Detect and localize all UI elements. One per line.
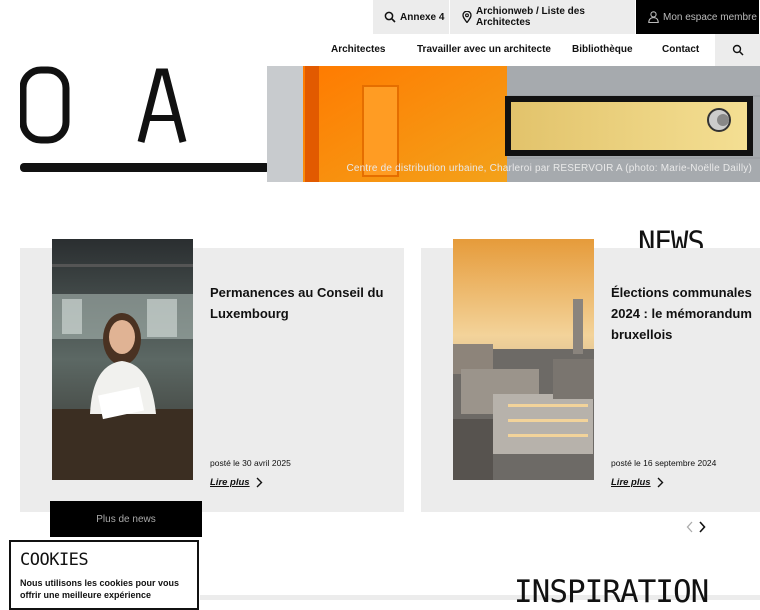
utility-bar: Annexe 4 Archionweb / Liste des Architec…: [373, 0, 760, 34]
news-card-title[interactable]: Permanences au Conseil du Luxembourg: [210, 282, 390, 324]
nav-item-contact[interactable]: Contact: [662, 34, 699, 66]
read-more-label: Lire plus: [210, 477, 250, 488]
nav-item-bibliotheque[interactable]: Bibliothèque: [572, 34, 633, 66]
carousel-arrows: [686, 521, 706, 533]
annexe-link[interactable]: Annexe 4: [373, 0, 450, 34]
location-pin-icon: [462, 11, 472, 23]
more-news-button[interactable]: Plus de news: [50, 501, 202, 537]
archionweb-link[interactable]: Archionweb / Liste des Architectes: [450, 0, 636, 34]
read-more-link[interactable]: Lire plus: [210, 477, 263, 488]
search-icon: [384, 11, 396, 23]
news-card-image: [52, 239, 193, 480]
chevron-left-icon[interactable]: [686, 521, 694, 533]
annexe-label: Annexe 4: [400, 11, 445, 23]
news-card-image: [453, 239, 594, 480]
nav-item-architectes[interactable]: Architectes: [331, 34, 385, 66]
search-icon: [732, 44, 744, 56]
inspiration-heading: INSPIRATION: [514, 574, 709, 610]
hero-caption: Centre de distribution urbaine, Charlero…: [346, 163, 752, 174]
member-space-link[interactable]: Mon espace membre: [636, 0, 760, 34]
main-nav: Architectes Travailler avec un architect…: [0, 34, 760, 66]
oa-logo-mark: [19, 66, 187, 144]
read-more-link[interactable]: Lire plus: [611, 477, 664, 488]
chevron-right-icon: [657, 477, 664, 488]
user-icon: [648, 11, 659, 23]
oa-logo[interactable]: O A: [19, 66, 270, 176]
news-card-date: posté le 16 septembre 2024: [611, 458, 717, 468]
news-card-date: posté le 30 avril 2025: [210, 458, 291, 468]
cookie-text: Nous utilisons les cookies pour vous off…: [20, 578, 180, 600]
cookie-heading: COOKIES: [20, 550, 89, 570]
nav-item-travailler[interactable]: Travailler avec un architecte: [417, 34, 551, 66]
hero-image: Centre de distribution urbaine, Charlero…: [267, 66, 760, 182]
news-card-title[interactable]: Élections communales 2024 : le mémorandu…: [611, 282, 756, 345]
archionweb-label: Archionweb / Liste des Architectes: [476, 6, 585, 28]
chevron-right-icon[interactable]: [698, 521, 706, 533]
logo-underline: [20, 163, 270, 172]
chevron-right-icon: [256, 477, 263, 488]
news-card[interactable]: Permanences au Conseil du Luxembourg pos…: [20, 239, 404, 512]
member-space-label: Mon espace membre: [663, 11, 757, 23]
read-more-label: Lire plus: [611, 477, 651, 488]
news-card[interactable]: Élections communales 2024 : le mémorandu…: [421, 239, 760, 512]
search-button[interactable]: [715, 34, 760, 66]
